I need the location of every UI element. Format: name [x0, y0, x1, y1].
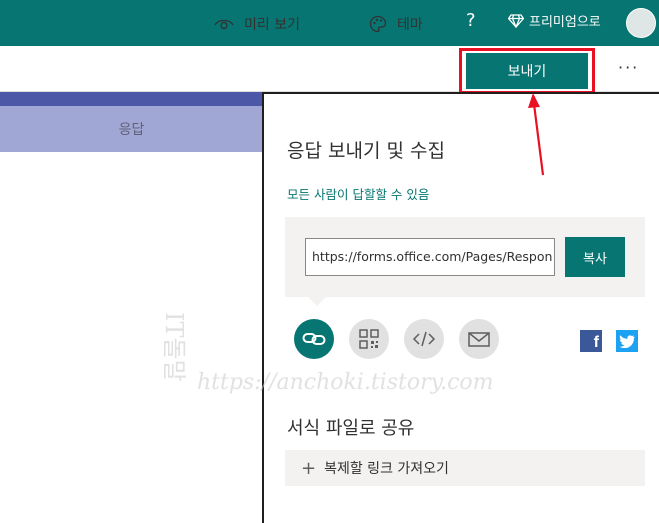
theme-button[interactable]: 테마 [369, 14, 423, 34]
qr-code-icon[interactable] [349, 319, 389, 359]
highlight-box [459, 48, 595, 94]
avatar[interactable] [626, 8, 656, 38]
diamond-icon [508, 13, 524, 28]
eye-icon [214, 19, 234, 30]
pointer-caret [306, 295, 328, 306]
palette-icon [369, 15, 387, 33]
embed-code-icon[interactable] [404, 319, 444, 359]
preview-button[interactable]: 미리 보기 [214, 14, 300, 34]
more-options-icon[interactable]: ··· [618, 58, 639, 77]
link-box: https://forms.office.com/Pages/Respon 복사 [285, 217, 645, 297]
premium-button[interactable]: 프리미엄으로 [508, 11, 601, 30]
facebook-icon[interactable]: f [580, 330, 602, 352]
form-content-area [0, 152, 263, 523]
send-panel: 응답 보내기 및 수집 모든 사람이 답할할 수 있음 https://form… [262, 92, 659, 523]
audience-link[interactable]: 모든 사람이 답할할 수 있음 [287, 184, 429, 203]
tab-responses[interactable]: 응답 [0, 106, 263, 152]
email-icon[interactable] [459, 319, 499, 359]
preview-label: 미리 보기 [244, 17, 300, 33]
template-section-title: 서식 파일로 공유 [287, 418, 415, 439]
theme-label: 테마 [397, 17, 423, 33]
premium-label: 프리미엄으로 [529, 15, 601, 30]
top-bar: ? 프리미엄으로 [0, 0, 659, 46]
get-duplicate-link-button[interactable]: + 복제할 링크 가져오기 [285, 450, 645, 486]
watermark-text: IT돌말 [160, 312, 188, 382]
link-icon[interactable] [294, 319, 334, 359]
twitter-icon[interactable] [616, 330, 638, 352]
panel-title: 응답 보내기 및 수집 [287, 140, 445, 162]
template-link-label: 복제할 링크 가져오기 [324, 461, 449, 477]
help-icon[interactable]: ? [466, 10, 476, 31]
link-field[interactable]: https://forms.office.com/Pages/Respon [305, 238, 555, 276]
watermark-url: https://anchoki.tistory.com [197, 370, 494, 395]
copy-button[interactable]: 복사 [565, 237, 625, 277]
plus-icon: + [301, 457, 317, 479]
header-bar [0, 92, 263, 106]
